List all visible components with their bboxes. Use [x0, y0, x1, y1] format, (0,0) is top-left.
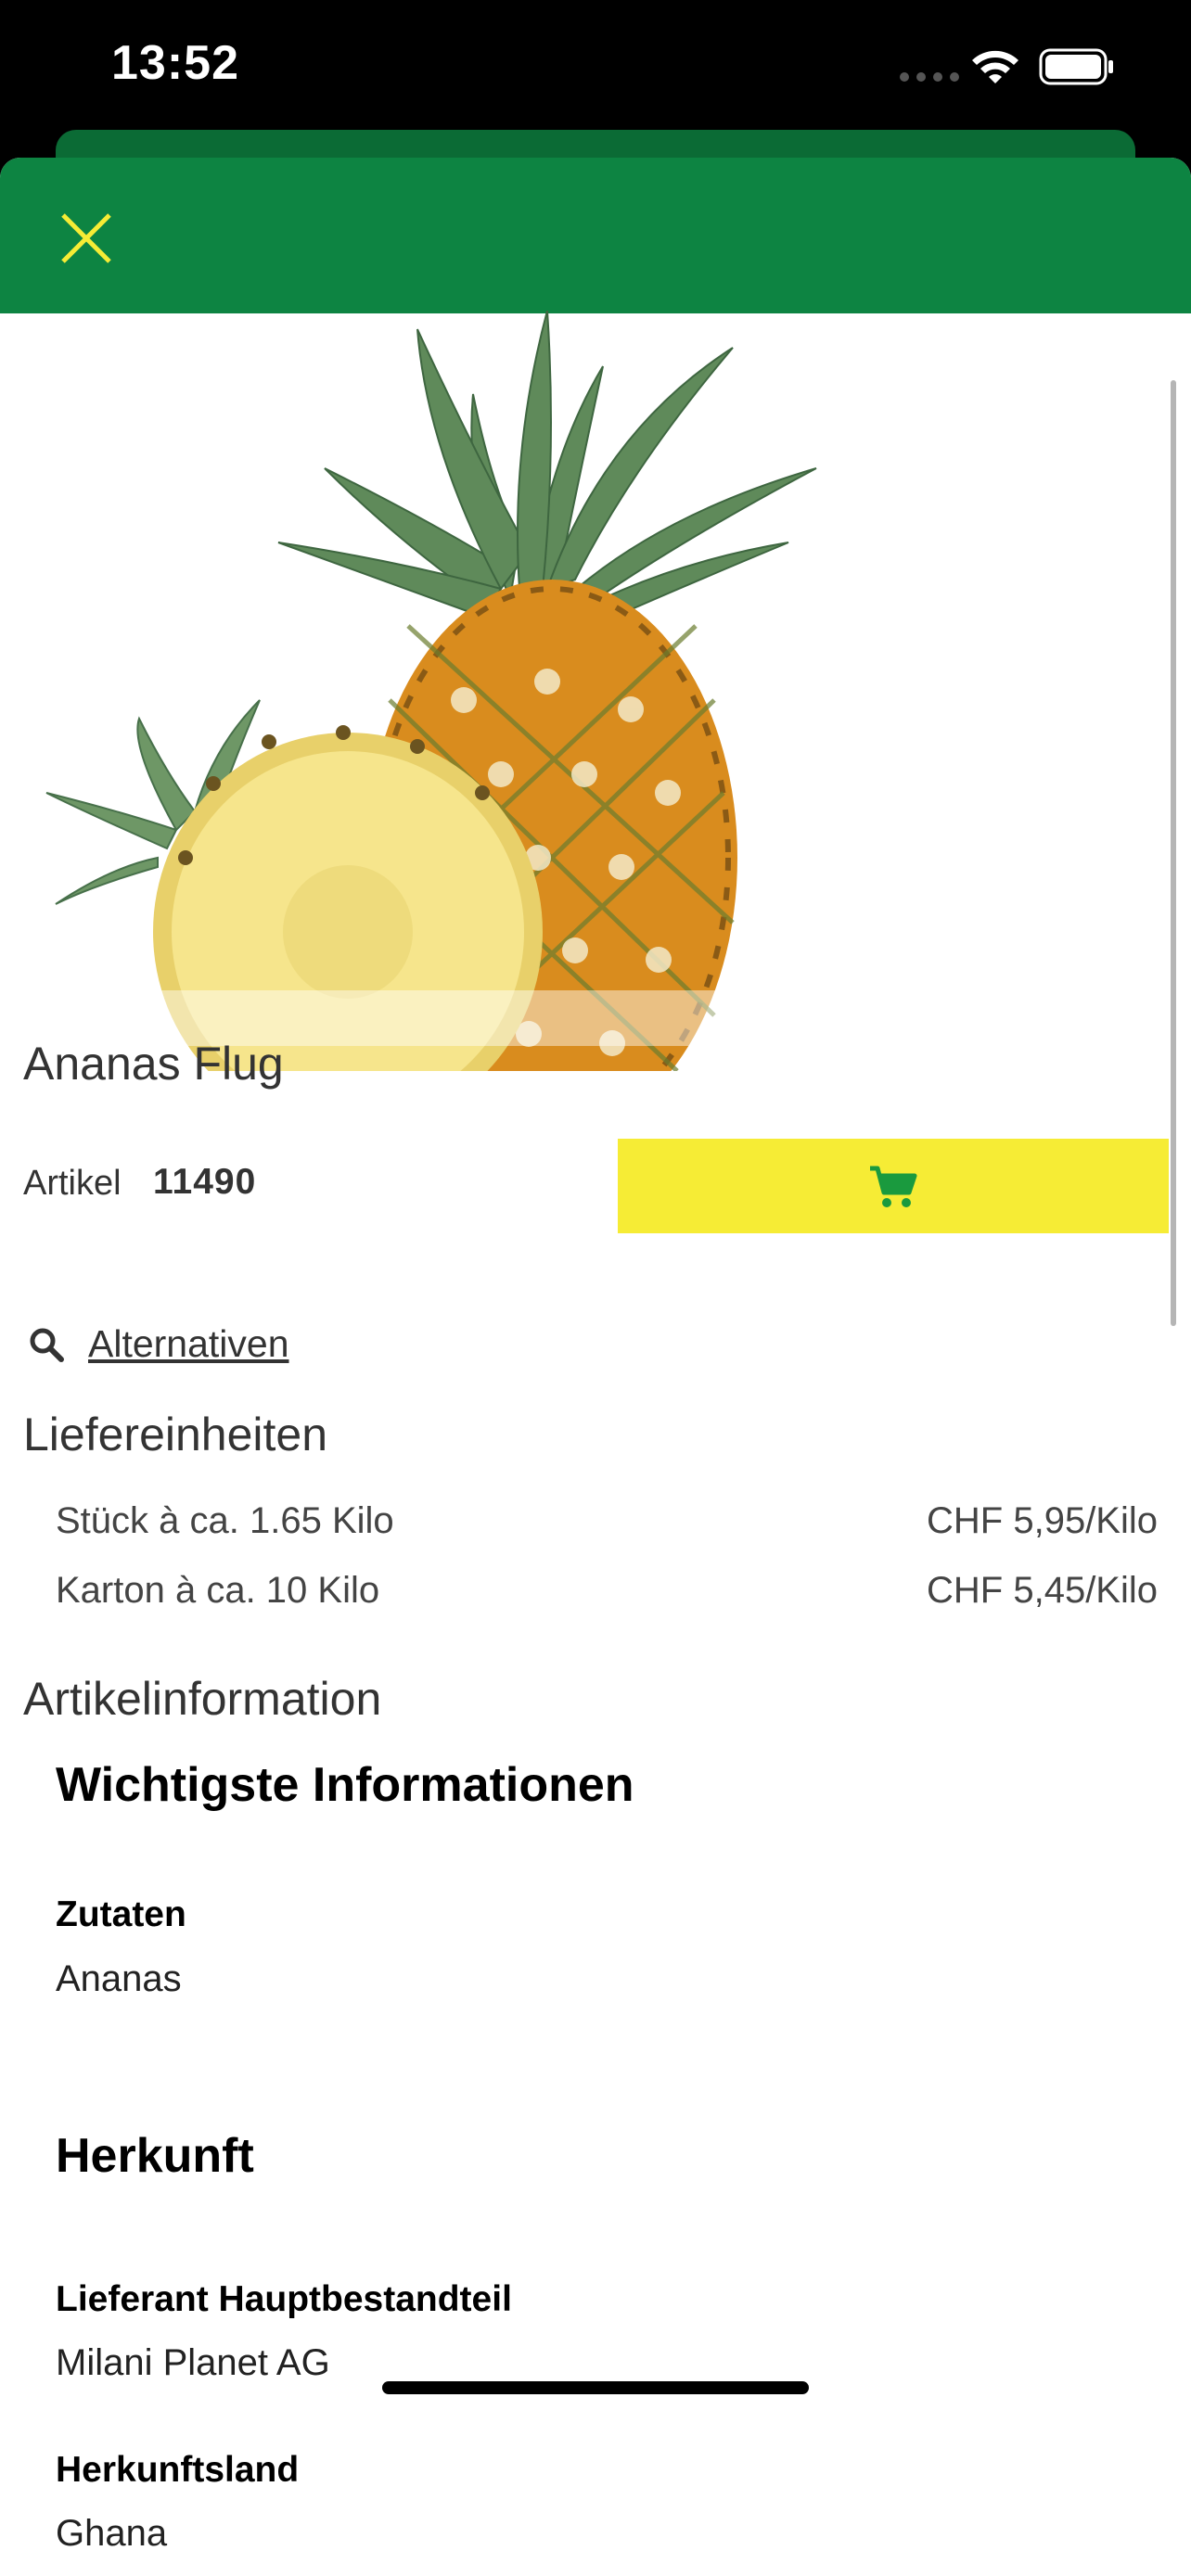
- status-time: 13:52: [111, 36, 239, 90]
- delivery-units-title: Liefereinheiten: [23, 1409, 328, 1460]
- supplier-label: Lieferant Hauptbestandteil: [56, 2279, 512, 2319]
- search-icon: [30, 1328, 64, 1362]
- product-title: Ananas Flug: [23, 1038, 284, 1090]
- product-image: [45, 311, 817, 1071]
- delivery-unit-row: Stück à ca. 1.65 Kilo CHF 5,95/Kilo: [56, 1500, 1158, 1550]
- delivery-unit-name: Karton à ca. 10 Kilo: [56, 1570, 380, 1611]
- origin-heading: Herkunft: [56, 2129, 254, 2183]
- scrollbar[interactable]: [1171, 380, 1176, 1326]
- origin-country-label: Herkunftsland: [56, 2450, 300, 2490]
- delivery-unit-price: CHF 5,45/Kilo: [927, 1570, 1158, 1611]
- battery-icon: [1039, 48, 1113, 85]
- origin-country-value: Ghana: [56, 2513, 168, 2554]
- article-info-title: Artikelinformation: [23, 1673, 382, 1725]
- home-indicator[interactable]: [382, 2381, 809, 2394]
- article-label: Artikel: [23, 1164, 122, 1203]
- delivery-unit-name: Stück à ca. 1.65 Kilo: [56, 1500, 394, 1541]
- ingredients-label: Zutaten: [56, 1894, 186, 1934]
- supplier-value: Milani Planet AG: [56, 2342, 330, 2383]
- pineapple-crown: [277, 311, 817, 628]
- article-number: 11490: [153, 1162, 257, 1202]
- wifi-icon: [972, 50, 1018, 83]
- shopping-cart-icon: [870, 1166, 917, 1207]
- add-to-cart-button[interactable]: [618, 1139, 1169, 1233]
- close-icon[interactable]: [54, 206, 119, 271]
- alternatives-label[interactable]: Alternativen: [88, 1322, 289, 1366]
- ingredients-value: Ananas: [56, 1958, 182, 1999]
- key-info-heading: Wichtigste Informationen: [56, 1758, 634, 1812]
- cellular-signal-icon: [900, 72, 959, 82]
- product-detail-sheet: Ananas Flug Artikel 11490 Alternativen L…: [0, 158, 1191, 2576]
- delivery-unit-row: Karton à ca. 10 Kilo CHF 5,45/Kilo: [56, 1570, 1158, 1620]
- header-bar: [0, 158, 1191, 313]
- delivery-unit-price: CHF 5,95/Kilo: [927, 1500, 1158, 1541]
